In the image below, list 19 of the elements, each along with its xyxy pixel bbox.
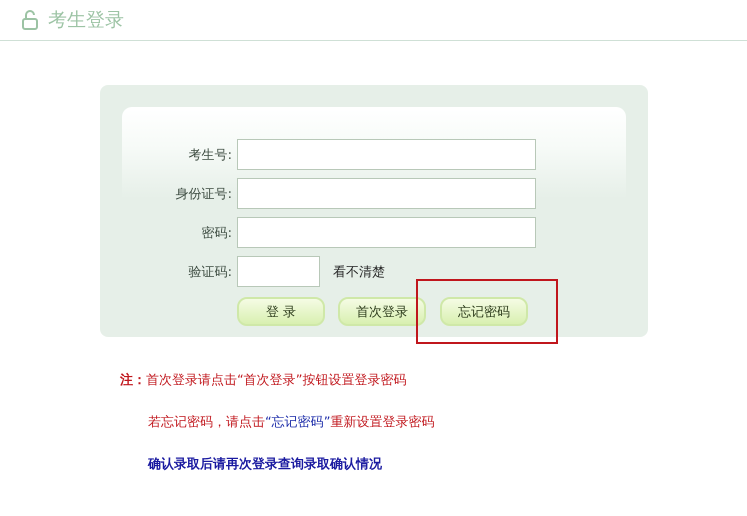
note-text: 注：首次登录请点击“首次登录”按钮设置登录密码: [120, 372, 408, 390]
note-text: 若忘记密码，请点击: [148, 415, 265, 430]
page-title: 考生登录: [48, 8, 124, 33]
refresh-captcha-link[interactable]: 看不清楚: [333, 262, 385, 280]
lock-icon: [22, 10, 38, 30]
quoted-term: “忘记密码”: [265, 415, 330, 430]
form-button[interactable]: 登 录: [237, 297, 325, 326]
note-text: 确认录取后请再次登录查询录取确认情况: [148, 456, 383, 474]
note-text: 重新设置登录密码: [330, 415, 434, 430]
captcha-field[interactable]: [237, 256, 320, 287]
input-field[interactable]: [237, 139, 536, 170]
input-field[interactable]: [237, 178, 536, 209]
field-label: 验证码:: [188, 264, 233, 280]
field-label: 考生号:: [188, 146, 233, 164]
field-label: 身份证号:: [174, 186, 233, 202]
password-field[interactable]: [237, 217, 536, 248]
form-button[interactable]: 忘记密码: [440, 297, 528, 326]
field-label: 密码:: [200, 224, 233, 242]
form-button[interactable]: 首次登录: [338, 297, 426, 326]
